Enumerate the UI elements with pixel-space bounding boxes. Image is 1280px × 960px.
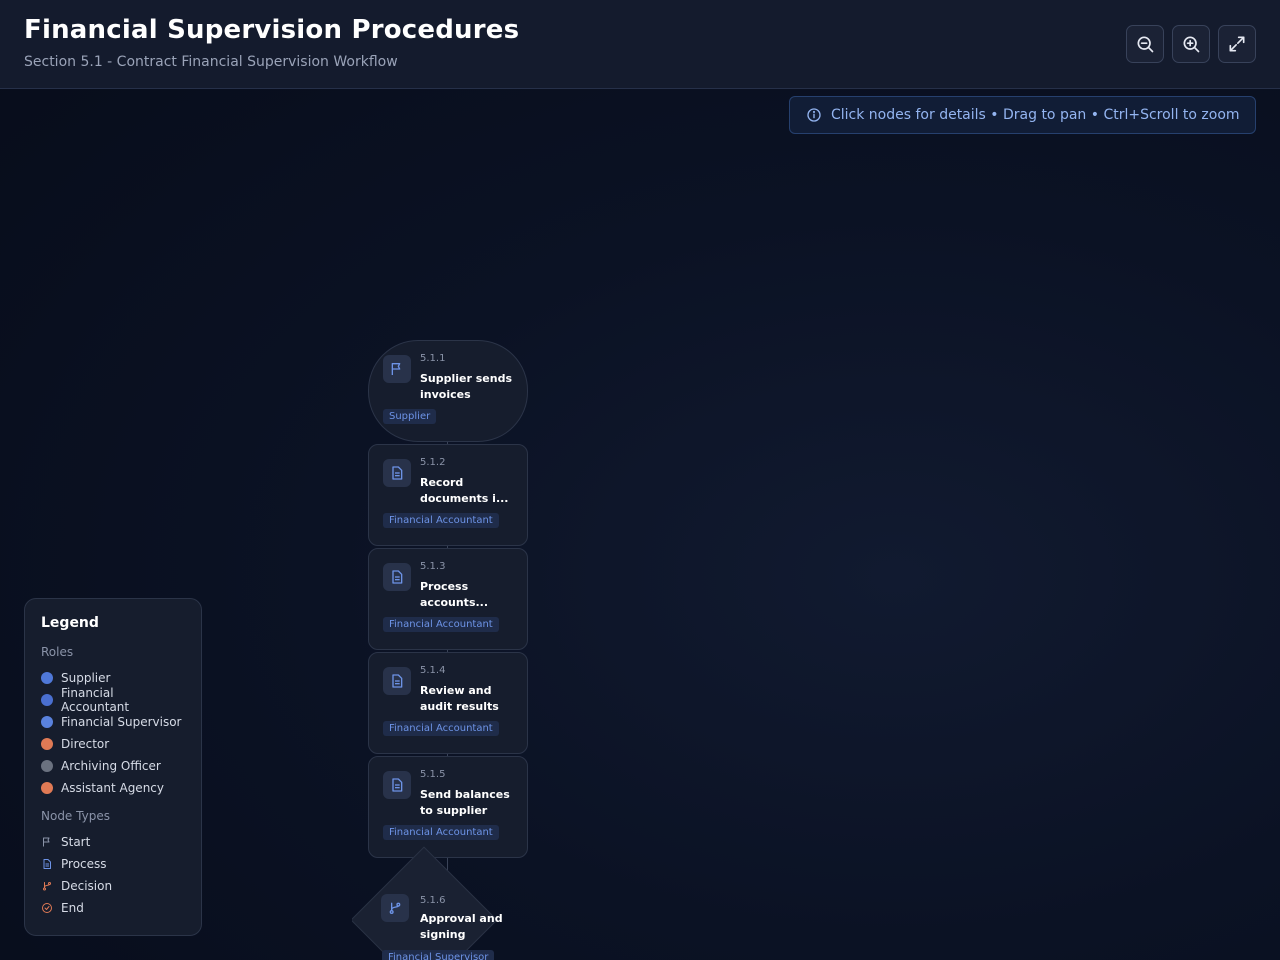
- zoom-out-icon: [1137, 36, 1154, 53]
- page-title: Financial Supervision Procedures: [24, 15, 520, 45]
- legend-role-label: Director: [61, 737, 110, 751]
- legend-type-label: End: [61, 901, 84, 915]
- page-subtitle: Section 5.1 - Contract Financial Supervi…: [24, 54, 398, 70]
- legend-role-label: Financial Accountant: [61, 686, 130, 714]
- header: Financial Supervision Procedures Section…: [0, 0, 1280, 89]
- node-title: Supplier sends invoices: [420, 372, 513, 401]
- check-circle-icon: [42, 903, 52, 913]
- node-role-badge: Supplier: [383, 409, 437, 424]
- flow-node-process[interactable]: 5.1.3 Process accounts... Financial Acco…: [368, 548, 528, 650]
- legend-type-label: Start: [61, 835, 91, 849]
- info-icon: [807, 108, 821, 122]
- legend-type-label: Decision: [61, 879, 113, 893]
- flag-icon: [391, 363, 401, 375]
- node-title: Process accounts...: [420, 580, 489, 609]
- zoom-in-button[interactable]: [1172, 25, 1210, 63]
- branch-icon: [389, 902, 401, 914]
- flow-node-decision[interactable]: 5.1.6 Approval and signing Financial Sup…: [352, 846, 532, 960]
- legend-role-label: Archiving Officer: [61, 759, 161, 773]
- branch-icon: [43, 882, 51, 891]
- legend-roles-heading: Roles: [41, 645, 74, 659]
- legend-types-heading: Node Types: [41, 809, 110, 823]
- role-color-dot: [41, 760, 53, 772]
- hint-text: Click nodes for details • Drag to pan • …: [831, 107, 1240, 123]
- legend-role-label: Financial Supervisor: [61, 715, 182, 729]
- fullscreen-button[interactable]: [1218, 25, 1256, 63]
- node-id: 5.1.1: [420, 353, 446, 364]
- hint-banner: Click nodes for details • Drag to pan • …: [789, 96, 1256, 134]
- node-id: 5.1.5: [420, 769, 446, 780]
- legend-role-director: Director: [41, 733, 185, 755]
- node-id: 5.1.2: [420, 457, 446, 468]
- legend-title: Legend: [41, 615, 99, 631]
- node-role-badge: Financial Accountant: [383, 825, 499, 840]
- legend-role-label: Assistant Agency: [61, 781, 164, 795]
- zoom-out-button[interactable]: [1126, 25, 1164, 63]
- flag-icon: [43, 837, 50, 847]
- node-id: 5.1.6: [420, 895, 446, 906]
- legend-type-label: Process: [61, 857, 107, 871]
- legend-role-label: Supplier: [61, 671, 111, 685]
- legend-type-decision: Decision: [41, 875, 185, 897]
- document-icon: [392, 466, 403, 480]
- node-title: Send balances to supplier: [420, 788, 510, 817]
- node-role-badge: Financial Supervisor: [382, 950, 495, 960]
- flow-node-process[interactable]: 5.1.5 Send balances to supplier Financia…: [368, 756, 528, 858]
- node-role-badge: Financial Accountant: [383, 617, 499, 632]
- legend-role-assistant-agency: Assistant Agency: [41, 777, 185, 799]
- flow-node-process[interactable]: 5.1.2 Record documents i... Financial Ac…: [368, 444, 528, 546]
- legend-type-start: Start: [41, 831, 185, 853]
- legend-panel: Legend Roles Supplier Financial Accounta…: [24, 598, 202, 936]
- document-icon: [392, 778, 403, 792]
- document-icon: [392, 674, 403, 688]
- legend-role-financial-accountant: Financial Accountant: [41, 686, 185, 714]
- legend-role-archiving-officer: Archiving Officer: [41, 755, 185, 777]
- node-title: Review and audit results: [420, 684, 499, 713]
- legend-type-end: End: [41, 897, 185, 919]
- role-color-dot: [41, 782, 53, 794]
- node-role-badge: Financial Accountant: [383, 721, 499, 736]
- flow-node-process[interactable]: 5.1.4 Review and audit results Financial…: [368, 652, 528, 754]
- role-color-dot: [41, 694, 53, 706]
- document-icon: [392, 570, 403, 584]
- legend-role-financial-supervisor: Financial Supervisor: [41, 711, 185, 733]
- document-icon: [43, 859, 51, 869]
- expand-icon: [1229, 36, 1245, 52]
- zoom-toolbar: [1126, 25, 1256, 63]
- role-color-dot: [41, 738, 53, 750]
- node-id: 5.1.4: [420, 665, 446, 676]
- node-id: 5.1.3: [420, 561, 446, 572]
- zoom-in-icon: [1183, 36, 1200, 53]
- role-color-dot: [41, 672, 53, 684]
- legend-type-process: Process: [41, 853, 185, 875]
- node-title: Record documents i...: [420, 476, 509, 505]
- role-color-dot: [41, 716, 53, 728]
- node-role-badge: Financial Accountant: [383, 513, 499, 528]
- node-title: Approval and signing: [420, 912, 503, 941]
- flow-node-start[interactable]: 5.1.1 Supplier sends invoices Supplier: [368, 340, 528, 442]
